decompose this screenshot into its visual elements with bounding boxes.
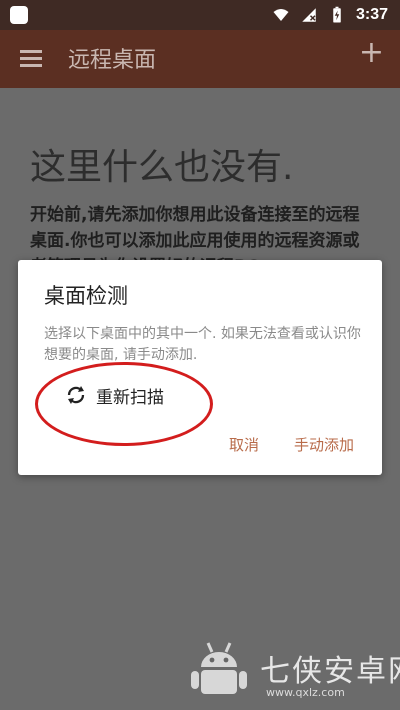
manual-add-button[interactable]: 手动添加 xyxy=(294,434,354,455)
cancel-button[interactable]: 取消 xyxy=(229,434,259,455)
dialog-title: 桌面检测 xyxy=(44,284,128,308)
status-icons: 3:37 xyxy=(272,4,388,26)
status-time: 3:37 xyxy=(355,6,388,23)
screen: 3:37 远程桌面 + 这里什么也没有. 开始前,请先添加你想用此设备连接至的远… xyxy=(0,0,400,710)
desktop-detection-dialog: 桌面检测 选择以下桌面中的其中一个. 如果无法查看或认识你想要的桌面, 请手动添… xyxy=(18,260,382,475)
watermark-text: 七侠安卓网 xyxy=(260,654,400,689)
wifi-icon xyxy=(273,9,289,21)
signal-icon xyxy=(302,8,316,22)
dialog-body: 选择以下桌面中的其中一个. 如果无法查看或认识你想要的桌面, 请手动添加. xyxy=(44,326,361,363)
notification-icon xyxy=(10,6,28,24)
refresh-icon xyxy=(67,386,85,404)
app-title: 远程桌面 xyxy=(68,48,157,73)
rescan-button[interactable]: 重新扫描 xyxy=(64,378,164,412)
empty-title: 这里什么也没有. xyxy=(30,147,294,188)
add-icon[interactable]: + xyxy=(359,38,384,68)
battery-icon xyxy=(333,6,341,23)
status-bar: 3:37 xyxy=(0,0,400,30)
android-robot-icon xyxy=(191,642,247,694)
rescan-label: 重新扫描 xyxy=(96,387,164,408)
menu-icon[interactable] xyxy=(20,50,42,68)
watermark: 七侠安卓网 www.qxlz.com xyxy=(185,640,400,700)
watermark-url: www.qxlz.com xyxy=(266,686,345,699)
app-bar: 远程桌面 + xyxy=(0,30,400,88)
